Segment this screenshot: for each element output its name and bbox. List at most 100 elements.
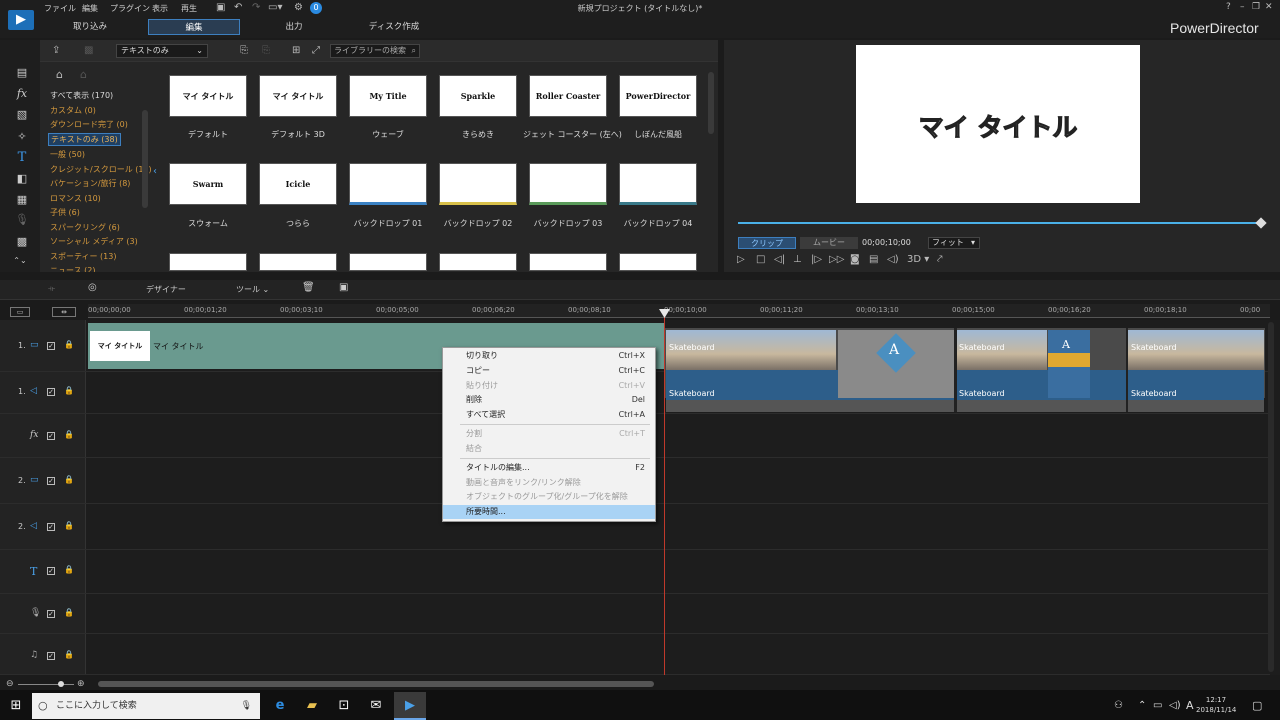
track-enable-checkbox[interactable]: ✓ bbox=[47, 610, 55, 618]
tab-produce[interactable]: 出力 bbox=[248, 19, 340, 35]
particle-room-icon[interactable]: ✧ bbox=[12, 130, 32, 146]
category-news[interactable]: ニュース (2) bbox=[50, 265, 95, 272]
grid-view-icon[interactable]: ⊞ bbox=[292, 45, 300, 56]
people-icon[interactable]: ⚇ bbox=[1114, 700, 1123, 711]
playhead-line[interactable] bbox=[664, 312, 665, 675]
undo-icon[interactable]: ↶ bbox=[234, 2, 242, 13]
title-thumb-row3-2[interactable] bbox=[259, 253, 337, 271]
menu-edit[interactable]: 編集 bbox=[82, 3, 98, 14]
new-title-icon[interactable]: ⎘ bbox=[240, 45, 248, 56]
category-sparkling[interactable]: スパークリング (6) bbox=[50, 222, 120, 233]
fast-forward-icon[interactable]: ▷▷ bbox=[829, 254, 844, 265]
pip-room-icon[interactable]: ▧ bbox=[12, 108, 32, 124]
track-enable-checkbox[interactable]: ✓ bbox=[47, 432, 55, 440]
taskbar-search-input[interactable]: ○ ここに入力して検索 🎙 bbox=[32, 693, 260, 719]
timecode-display[interactable]: 00;00;10;00 bbox=[862, 237, 922, 249]
menu-item-join[interactable]: 結合 bbox=[443, 442, 655, 456]
snapshot-library-icon[interactable]: ▣ bbox=[339, 282, 348, 293]
audio-mixing-room-icon[interactable]: ▦ bbox=[12, 193, 32, 209]
favorite-tag-icon[interactable]: ⌂ bbox=[56, 68, 63, 81]
audio-clip-strip[interactable] bbox=[666, 400, 1264, 412]
previous-frame-icon[interactable]: ◁| bbox=[774, 254, 785, 265]
import-media-icon[interactable]: ⇪ bbox=[52, 45, 60, 56]
magic-tools-icon[interactable]: ◎ bbox=[88, 282, 97, 293]
track-enable-checkbox[interactable]: ✓ bbox=[47, 477, 55, 485]
lock-icon[interactable]: 🔒 bbox=[64, 475, 74, 484]
category-sporty[interactable]: スポーティー (13) bbox=[50, 251, 116, 262]
menu-item-delete[interactable]: 削除 Del bbox=[443, 393, 655, 407]
split-icon[interactable]: ⊥ bbox=[793, 254, 802, 265]
title-thumb-icicle[interactable]: Icicle bbox=[259, 163, 337, 205]
menu-view[interactable]: 表示 bbox=[152, 3, 168, 14]
restore-icon[interactable]: ❐ bbox=[1252, 2, 1260, 12]
menu-item-split[interactable]: 分割 Ctrl+T bbox=[443, 427, 655, 441]
title-thumb-sparkle[interactable]: Sparkle bbox=[439, 75, 517, 117]
subtitle-icon[interactable]: ▤ bbox=[869, 254, 878, 265]
tools-menu[interactable]: ツール ⌄ bbox=[236, 284, 269, 295]
category-all[interactable]: すべて表示 (170) bbox=[50, 90, 113, 101]
ime-indicator[interactable]: A bbox=[1186, 699, 1194, 712]
lock-icon[interactable]: 🔒 bbox=[64, 521, 74, 530]
menu-item-copy[interactable]: コピー Ctrl+C bbox=[443, 364, 655, 378]
chapter-room-icon[interactable]: ▩ bbox=[12, 235, 32, 251]
scroll-rooms-icon[interactable]: ⌃⌄ bbox=[10, 256, 30, 272]
lock-icon[interactable]: 🔒 bbox=[64, 386, 74, 395]
tab-create-disc[interactable]: ディスク作成 bbox=[348, 19, 440, 35]
file-explorer-icon[interactable]: ▰ bbox=[302, 696, 322, 716]
mail-icon[interactable]: ✉ bbox=[366, 696, 386, 716]
category-custom[interactable]: カスタム (0) bbox=[50, 105, 96, 116]
menu-item-paste[interactable]: 貼り付け Ctrl+V bbox=[443, 379, 655, 393]
speaker-icon[interactable]: ◁) bbox=[1169, 700, 1181, 711]
track-manager-icon[interactable]: ⇹ bbox=[52, 307, 76, 317]
menu-plugins[interactable]: プラグイン bbox=[110, 3, 150, 14]
media-room-icon[interactable]: ▤ bbox=[12, 66, 32, 82]
tab-edit[interactable]: 編集 bbox=[148, 19, 240, 35]
fx-room-icon[interactable]: fx bbox=[12, 87, 32, 103]
notification-badge[interactable]: 0 bbox=[310, 2, 322, 14]
play-icon[interactable]: ▷ bbox=[737, 254, 745, 265]
title-thumb-roller-coaster[interactable]: Roller Coaster bbox=[529, 75, 607, 117]
thumbnail-size-icon[interactable]: ⤢ bbox=[312, 45, 320, 56]
menu-item-duration[interactable]: 所要時間... bbox=[443, 505, 655, 519]
lock-icon[interactable]: 🔒 bbox=[64, 565, 74, 574]
edge-browser-icon[interactable]: e bbox=[270, 696, 290, 716]
track-enable-checkbox[interactable]: ✓ bbox=[47, 652, 55, 660]
title-thumb-swarm[interactable]: Swarm bbox=[169, 163, 247, 205]
save-icon[interactable]: ▣ bbox=[216, 2, 225, 13]
title-thumb-row3-6[interactable] bbox=[619, 253, 697, 271]
snapshot-icon[interactable]: ◙ bbox=[850, 254, 860, 265]
menu-playback[interactable]: 再生 bbox=[181, 3, 197, 14]
lock-icon[interactable]: 🔒 bbox=[64, 340, 74, 349]
menu-item-link-unlink[interactable]: 動画と音声をリンク/リンク解除 bbox=[443, 476, 655, 490]
title-thumb-row3-3[interactable] bbox=[349, 253, 427, 271]
preview-seek-bar[interactable] bbox=[738, 222, 1262, 224]
track-enable-checkbox[interactable]: ✓ bbox=[47, 523, 55, 531]
designer-menu[interactable]: デザイナー bbox=[146, 284, 186, 295]
title-thumb-default[interactable]: マイ タイトル bbox=[169, 75, 247, 117]
library-scrollbar[interactable] bbox=[708, 72, 714, 134]
title-thumb-backdrop-02[interactable] bbox=[439, 163, 517, 205]
redo-icon[interactable]: ↷ bbox=[252, 2, 260, 13]
title-thumb-default-3d[interactable]: マイ タイトル bbox=[259, 75, 337, 117]
menu-item-cut[interactable]: 切り取り Ctrl+X bbox=[443, 349, 655, 363]
track-enable-checkbox[interactable]: ✓ bbox=[47, 388, 55, 396]
title-room-icon[interactable]: T bbox=[12, 150, 32, 166]
taskbar-clock[interactable]: 12:17 2018/11/14 bbox=[1196, 695, 1236, 715]
timeline-vertical-scrollbar[interactable] bbox=[1268, 322, 1274, 672]
category-general[interactable]: 一般 (50) bbox=[50, 149, 85, 160]
remove-tag-icon[interactable]: ⌂ bbox=[80, 68, 87, 81]
category-text-only[interactable]: テキストのみ (38) bbox=[48, 133, 121, 146]
undock-preview-icon[interactable]: ⤤ bbox=[937, 254, 943, 265]
lock-icon[interactable]: 🔒 bbox=[64, 650, 74, 659]
timeline-horizontal-scrollbar[interactable] bbox=[98, 681, 654, 687]
movie-mode-button[interactable]: ムービー bbox=[800, 237, 858, 249]
settings-icon[interactable]: ⚙ bbox=[294, 2, 303, 13]
title-thumb-row3-1[interactable] bbox=[169, 253, 247, 271]
library-filter-select[interactable]: テキストのみ ⌄ bbox=[116, 44, 208, 58]
3d-mode-button[interactable]: 3D ▾ bbox=[907, 254, 929, 265]
library-search-input[interactable]: ライブラリーの検索 ⌕ bbox=[330, 44, 420, 58]
zoom-out-icon[interactable]: ⊖ bbox=[6, 679, 14, 689]
title-thumb-backdrop-03[interactable] bbox=[529, 163, 607, 205]
title-thumb-row3-4[interactable] bbox=[439, 253, 517, 271]
transition-room-icon[interactable]: ◧ bbox=[12, 172, 32, 188]
